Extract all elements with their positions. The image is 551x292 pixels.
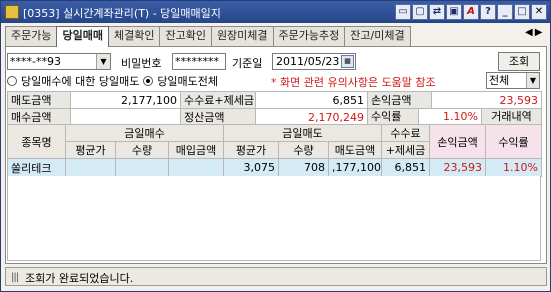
col-buy-group: 금일매수 xyxy=(65,124,224,142)
tab-order-estimate[interactable]: 주문가능추정 xyxy=(272,26,346,46)
notice-text: * 화면 관련 유의사항은 도움말 참조 xyxy=(271,76,436,89)
password-label: 비밀번호 xyxy=(121,57,162,70)
col-profit: 손익금액 xyxy=(429,124,486,159)
tab-balance-unfilled[interactable]: 잔고/미체결 xyxy=(344,26,411,46)
mode-radio-group: 당일매수에 대한 당일매도 당일매도전체 xyxy=(7,73,218,89)
profit-label: 손익금액 xyxy=(367,91,432,109)
radio1-label: 당일매수에 대한 당일매도 xyxy=(21,75,140,88)
account-value: ****-**93 xyxy=(10,55,61,68)
summary-table: 매도금액 2,177,100 수수료+제세금 6,851 손익금액 23,593… xyxy=(7,91,542,126)
fee-tax-label: 수수료+제세금 xyxy=(180,91,256,109)
tab-strip: 주문가능 당일매매 체결확인 잔고확인 원장미체결 주문가능추정 잔고/미체결 xyxy=(5,26,525,47)
settle-value: 2,170,249 xyxy=(255,108,368,126)
return-value: 1.10% xyxy=(419,109,482,125)
buy-amount-label: 매수금액 xyxy=(7,108,71,126)
buy-amount-value xyxy=(70,108,181,126)
status-bar: ||| 조회가 완료되었습니다. xyxy=(5,267,547,286)
col-fee-bottom: +제세금 xyxy=(381,141,430,159)
filter-value: 전체 xyxy=(489,74,510,87)
history-button[interactable]: 거래내역 xyxy=(482,109,541,125)
grid-empty-area[interactable] xyxy=(7,176,541,261)
query-button[interactable]: 조회 xyxy=(498,52,540,71)
col-sell-qty: 수량 xyxy=(278,141,329,159)
col-buy-qty: 수량 xyxy=(115,141,169,159)
tab-right-icon[interactable]: ▶ xyxy=(535,27,543,38)
link-icon[interactable]: ⇄ xyxy=(429,4,445,20)
window-title: [0353] 실시간계좌관리(T) - 당일매매일지 xyxy=(23,7,221,20)
col-sell-avg: 평균가 xyxy=(223,141,279,159)
sell-amount-label: 매도금액 xyxy=(7,91,71,109)
chevron-down-icon[interactable]: ▼ xyxy=(96,54,110,69)
main-window: [0353] 실시간계좌관리(T) - 당일매매일지 ▭ ▢ ⇄ ▣ A ? _… xyxy=(0,0,551,292)
col-fee-top: 수수료 xyxy=(381,124,430,142)
tab-scroll: ◀ ▶ xyxy=(525,27,542,38)
close-icon[interactable]: ✕ xyxy=(531,4,547,20)
row-fee: 6,851 xyxy=(381,158,430,177)
radio-same-day-buy-sell[interactable] xyxy=(7,76,17,86)
app-icon xyxy=(5,5,19,19)
row-return: 1.10% xyxy=(485,158,542,177)
date-field[interactable]: 2011/05/23 ▦ xyxy=(272,53,356,70)
calendar-icon[interactable]: ▦ xyxy=(341,55,354,68)
help-icon[interactable]: ▣ xyxy=(446,4,462,20)
row-sell-qty: 708 xyxy=(278,158,329,177)
row-profit: 23,593 xyxy=(429,158,486,177)
row-buy-amt xyxy=(168,158,224,177)
tab-balance-check[interactable]: 잔고확인 xyxy=(159,26,212,46)
status-message: 조회가 완료되었습니다. xyxy=(25,272,134,285)
pin-icon[interactable]: ▢ xyxy=(412,4,428,20)
info-icon[interactable]: ? xyxy=(480,4,496,20)
col-name: 종목명 xyxy=(7,124,66,159)
sell-amount-value: 2,177,100 xyxy=(70,91,181,109)
account-select[interactable]: ****-**93 ▼ xyxy=(7,53,111,70)
titlebar-buttons: ▭ ▢ ⇄ ▣ A ? _ □ ✕ xyxy=(395,4,547,20)
col-buy-amt: 매입금액 xyxy=(168,141,224,159)
tab-ledger-unfilled[interactable]: 원장미체결 xyxy=(210,26,274,46)
chevron-down-icon[interactable]: ▼ xyxy=(526,73,539,88)
tab-order-available[interactable]: 주문가능 xyxy=(5,26,58,46)
filter-select[interactable]: 전체 ▼ xyxy=(486,72,540,89)
row-sell-avg: 3,075 xyxy=(223,158,279,177)
grip-icon: ||| xyxy=(11,272,19,283)
radio-all-sell[interactable] xyxy=(143,76,154,86)
date-value: 2011/05/23 xyxy=(276,55,340,68)
tab-execution-check[interactable]: 체결확인 xyxy=(107,26,161,46)
restore-icon[interactable]: ▭ xyxy=(395,4,411,20)
col-return: 수익률 xyxy=(485,124,542,159)
return-history-cell: 수익률 1.10% 거래내역 xyxy=(367,108,542,126)
col-buy-avg: 평균가 xyxy=(65,141,116,159)
row-name: 쏠리테크 xyxy=(7,158,66,177)
question-icon[interactable]: A xyxy=(463,4,479,20)
title-bar[interactable]: [0353] 실시간계좌관리(T) - 당일매매일지 ▭ ▢ ⇄ ▣ A ? _… xyxy=(1,1,550,23)
radio2-label: 당일매도전체 xyxy=(157,75,219,88)
password-field[interactable]: ******** xyxy=(172,53,226,70)
col-sell-group: 금일매도 xyxy=(223,124,382,142)
return-label: 수익률 xyxy=(368,109,419,125)
minimize-icon[interactable]: _ xyxy=(497,4,513,20)
profit-value: 23,593 xyxy=(431,91,542,109)
col-sell-amt: 매도금액 xyxy=(328,141,382,159)
row-sell-amt: ,177,100 xyxy=(328,158,382,177)
trade-grid: 종목명 금일매수 금일매도 수수료 손익금액 수익률 평균가 수량 매입금액 평… xyxy=(7,124,542,177)
tab-daily-trades[interactable]: 당일매매 xyxy=(56,26,109,47)
table-row[interactable]: 쏠리테크 3,075 708 ,177,100 6,851 23,593 1.1… xyxy=(7,158,542,177)
maximize-icon[interactable]: □ xyxy=(514,4,530,20)
row-buy-avg xyxy=(65,158,116,177)
tab-left-icon[interactable]: ◀ xyxy=(525,27,533,38)
settle-label: 정산금액 xyxy=(180,108,256,126)
date-label: 기준일 xyxy=(232,57,263,70)
fee-tax-value: 6,851 xyxy=(255,91,368,109)
row-buy-qty xyxy=(115,158,169,177)
